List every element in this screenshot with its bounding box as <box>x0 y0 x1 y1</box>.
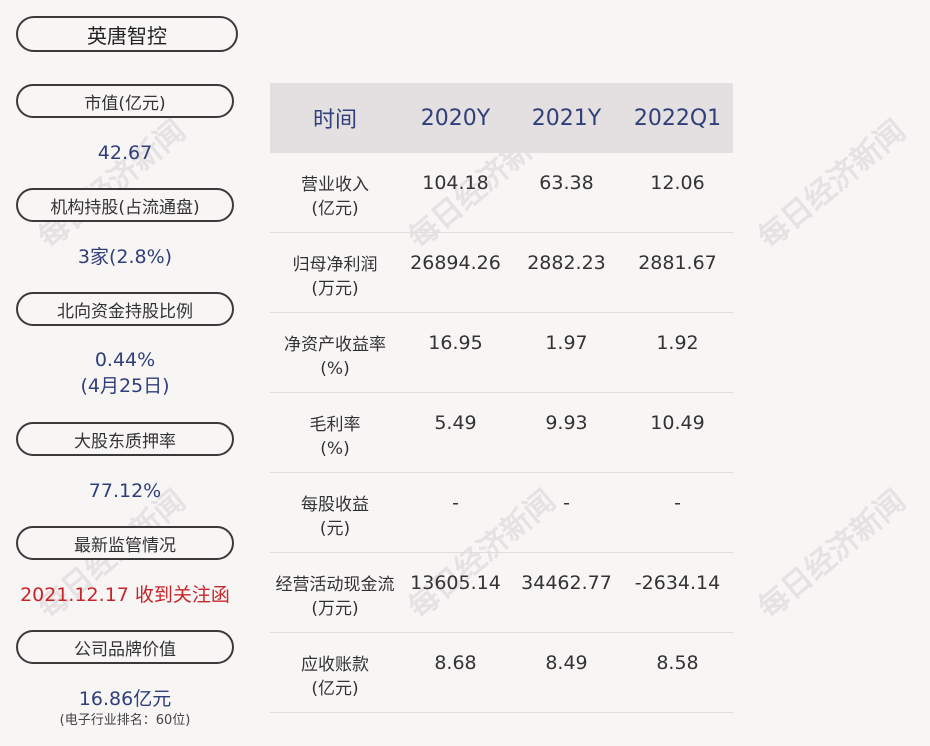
northbound-label: 北向资金持股比例 <box>16 292 234 326</box>
table-row: 营业收入 (亿元) 104.18 63.38 12.06 <box>270 153 733 233</box>
header-cell: 2022Q1 <box>633 105 722 131</box>
table-row: 每股收益 (元) - - - <box>270 473 733 553</box>
row-label-unit: (%) <box>320 359 350 379</box>
row-label: 营业收入 (亿元) <box>270 153 400 221</box>
table-cell: 12.06 <box>650 172 705 194</box>
table-row: 应收账款 (亿元) 8.68 8.49 8.58 <box>270 633 733 713</box>
row-label-unit: (万元) <box>311 599 359 619</box>
company-name: 英唐智控 <box>16 16 238 52</box>
table-header: 时间 2020Y 2021Y 2022Q1 <box>270 83 733 153</box>
table-cell: 13605.14 <box>410 572 501 594</box>
table-cell: 2882.23 <box>527 252 606 274</box>
pledge-value: 77.12% <box>88 480 162 502</box>
table-cell: 5.49 <box>434 412 477 434</box>
row-label-name: 应收账款 <box>301 655 369 675</box>
table-cell: 1.97 <box>545 332 588 354</box>
row-label-unit: (%) <box>320 439 350 459</box>
row-label-name: 净资产收益率 <box>284 335 386 355</box>
table-row: 经营活动现金流 (万元) 13605.14 34462.77 -2634.14 <box>270 553 733 633</box>
table-cell: 34462.77 <box>521 572 612 594</box>
brand-label: 公司品牌价值 <box>16 630 234 664</box>
table-cell: 10.49 <box>650 412 705 434</box>
watermark: 每日经济新闻 <box>752 483 913 626</box>
financial-table: 时间 2020Y 2021Y 2022Q1 营业收入 (亿元) 104.18 63… <box>270 83 733 713</box>
row-label-unit: (万元) <box>311 279 359 299</box>
table-cell: - <box>563 492 570 514</box>
watermark: 每日经济新闻 <box>752 113 913 256</box>
row-label-name: 归母净利润 <box>292 255 378 275</box>
header-cell: 时间 <box>312 108 357 133</box>
row-label-name: 每股收益 <box>301 495 369 515</box>
regulation-value: 2021.12.17 收到关注函 <box>20 584 230 606</box>
northbound-date: (4月25日) <box>80 375 170 397</box>
table-cell: 2881.67 <box>638 252 717 274</box>
table-row: 净资产收益率 (%) 16.95 1.97 1.92 <box>270 313 733 393</box>
table-cell: 8.49 <box>545 652 588 674</box>
table-cell: -2634.14 <box>634 572 721 594</box>
table-cell: 1.92 <box>656 332 699 354</box>
header-cell: 2020Y <box>420 105 491 131</box>
table-cell: 16.95 <box>428 332 483 354</box>
table-cell: 8.58 <box>656 652 699 674</box>
brand-value: 16.86亿元 <box>78 688 172 710</box>
market-cap-label: 市值(亿元) <box>16 84 234 118</box>
regulation-label: 最新监管情况 <box>16 526 234 560</box>
row-label: 每股收益 (元) <box>270 473 400 541</box>
table-cell: - <box>674 492 681 514</box>
table-row: 归母净利润 (万元) 26894.26 2882.23 2881.67 <box>270 233 733 313</box>
table-cell: 63.38 <box>539 172 594 194</box>
brand-rank-note: (电子行业排名：60位) <box>59 713 191 728</box>
market-cap-value: 42.67 <box>97 142 153 164</box>
table-cell: 9.93 <box>545 412 588 434</box>
institutional-label: 机构持股(占流通盘) <box>16 188 234 222</box>
table-row: 毛利率 (%) 5.49 9.93 10.49 <box>270 393 733 473</box>
row-label: 毛利率 (%) <box>270 393 400 461</box>
institutional-value: 3家(2.8%) <box>77 246 173 268</box>
row-label-unit: (元) <box>319 519 351 539</box>
table-cell: 8.68 <box>434 652 477 674</box>
row-label-unit: (亿元) <box>311 679 359 699</box>
table-cell: 104.18 <box>422 172 489 194</box>
table-cell: 26894.26 <box>410 252 501 274</box>
row-label: 归母净利润 (万元) <box>270 233 400 301</box>
row-label: 净资产收益率 (%) <box>270 313 400 381</box>
row-label: 应收账款 (亿元) <box>270 633 400 701</box>
row-label-name: 经营活动现金流 <box>275 575 395 595</box>
watermark: 每日经济新闻 <box>32 113 193 256</box>
northbound-value: 0.44% <box>94 349 156 371</box>
header-cell: 2021Y <box>531 105 602 131</box>
row-label-name: 营业收入 <box>301 175 369 195</box>
row-label-unit: (亿元) <box>311 199 359 219</box>
row-label: 经营活动现金流 (万元) <box>270 553 400 621</box>
table-cell: - <box>452 492 459 514</box>
pledge-label: 大股东质押率 <box>16 422 234 456</box>
row-label-name: 毛利率 <box>309 415 361 435</box>
